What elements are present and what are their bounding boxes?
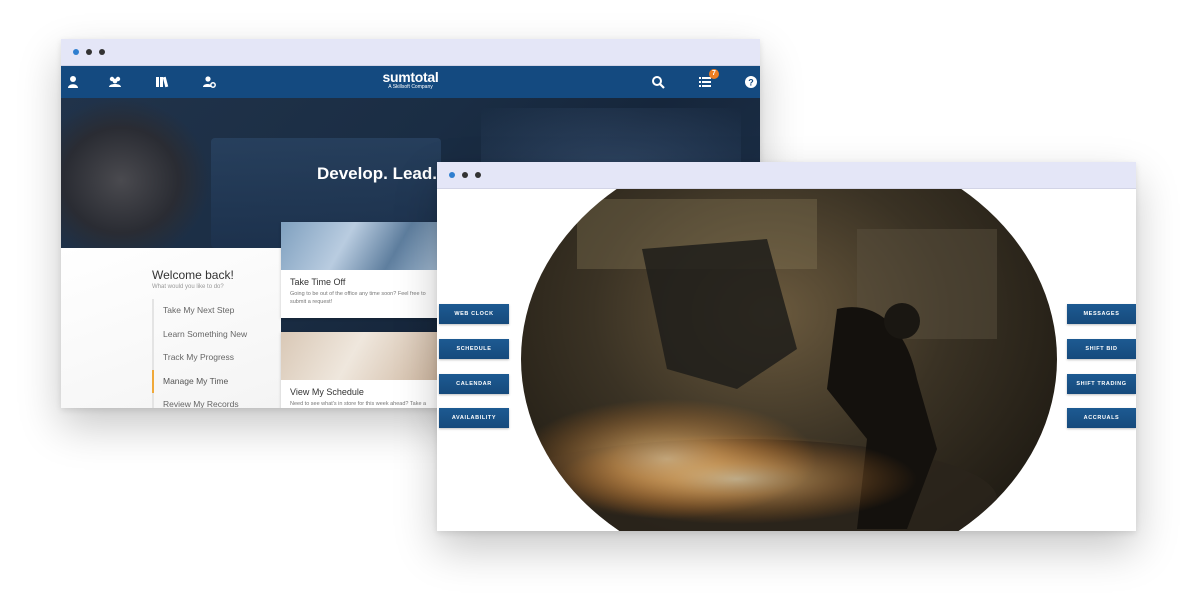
card-description: Going to be out of the office any time s… <box>290 291 426 305</box>
welcome-title: Welcome back! <box>152 268 234 282</box>
schedule-button[interactable]: SCHEDULE <box>439 339 509 359</box>
workforce-app-window: WEB CLOCK SCHEDULE CALENDAR AVAILABILITY… <box>437 162 1136 531</box>
window-maximize-dot[interactable] <box>475 172 481 178</box>
card-image-laptop <box>281 332 441 380</box>
availability-button[interactable]: AVAILABILITY <box>439 408 509 428</box>
task-list-icon[interactable]: 7 <box>698 69 719 90</box>
menu-item-next-step[interactable]: Take My Next Step <box>152 299 277 323</box>
accruals-button[interactable]: ACCRUALS <box>1067 408 1136 428</box>
menu-item-learn[interactable]: Learn Something New <box>152 322 277 346</box>
card-take-time-off[interactable]: Take Time Off Going to be out of the off… <box>281 222 441 318</box>
messages-button[interactable]: MESSAGES <box>1067 304 1136 324</box>
group-icon[interactable] <box>107 74 123 90</box>
card-title: Take Time Off <box>290 277 346 287</box>
books-icon[interactable] <box>154 74 170 90</box>
person-icon[interactable] <box>65 74 81 90</box>
user-gear-icon[interactable] <box>201 74 217 90</box>
notification-badge: 7 <box>709 69 719 79</box>
window-titlebar <box>61 39 760 66</box>
menu-item-progress[interactable]: Track My Progress <box>152 346 277 370</box>
window-minimize-dot[interactable] <box>462 172 468 178</box>
hero-person-image <box>61 98 211 248</box>
window-close-dot[interactable] <box>449 172 455 178</box>
window-titlebar <box>437 162 1136 189</box>
menu-item-records[interactable]: Review My Records <box>152 393 277 408</box>
welding-photo <box>521 189 1057 531</box>
window-close-dot[interactable] <box>73 49 79 55</box>
shift-bid-button[interactable]: SHIFT BID <box>1067 339 1136 359</box>
card-image-meeting <box>281 222 441 270</box>
web-clock-button[interactable]: WEB CLOCK <box>439 304 509 324</box>
search-icon[interactable] <box>650 74 666 90</box>
task-menu: Take My Next Step Learn Something New Tr… <box>152 299 277 408</box>
window-maximize-dot[interactable] <box>99 49 105 55</box>
logo-tagline: A Skillsoft Company <box>388 84 433 90</box>
help-icon[interactable]: ? <box>743 74 759 90</box>
svg-text:?: ? <box>748 78 754 88</box>
menu-item-manage-time[interactable]: Manage My Time <box>152 369 277 393</box>
card-title: View My Schedule <box>290 387 364 397</box>
window-minimize-dot[interactable] <box>86 49 92 55</box>
top-nav-bar: sumtotal A Skillsoft Company 7 ? <box>61 66 760 98</box>
app-content: WEB CLOCK SCHEDULE CALENDAR AVAILABILITY… <box>437 189 1136 531</box>
welcome-subtitle: What would you like to do? <box>152 284 224 290</box>
shift-trading-button[interactable]: SHIFT TRADING <box>1067 374 1136 394</box>
card-description: Need to see what's in store for this wee… <box>290 401 427 407</box>
sumtotal-logo[interactable]: sumtotal A Skillsoft Company <box>383 69 439 90</box>
card-view-schedule[interactable]: View My Schedule Need to see what's in s… <box>281 332 441 408</box>
logo-brand: sumtotal <box>382 69 439 85</box>
calendar-button[interactable]: CALENDAR <box>439 374 509 394</box>
hero-title: Develop. Lead. <box>317 164 437 183</box>
